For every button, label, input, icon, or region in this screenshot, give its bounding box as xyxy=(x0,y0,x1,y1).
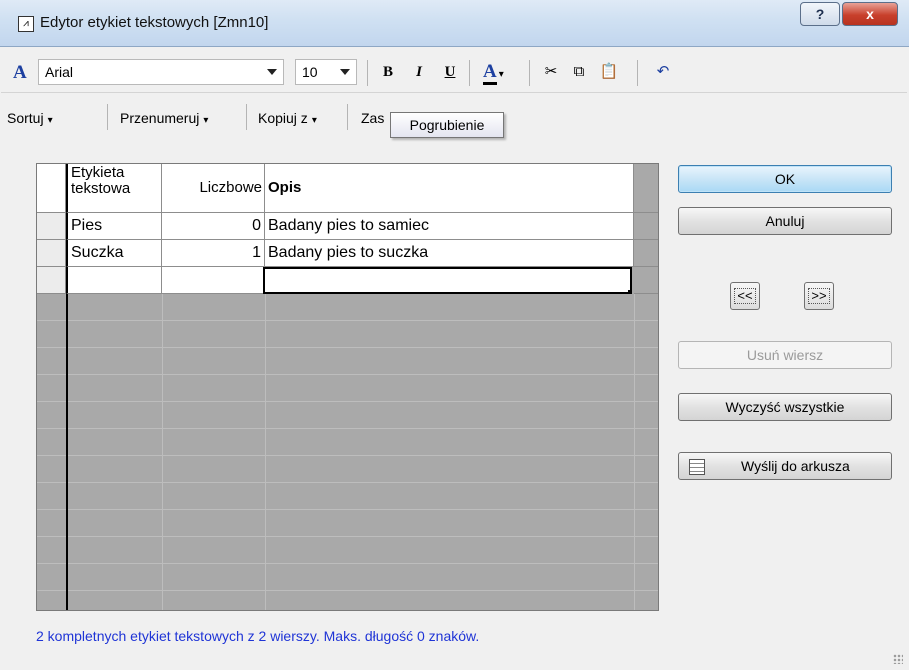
clear-all-button[interactable]: Wyczyść wszystkie xyxy=(678,393,892,421)
copy-from-label: Kopiuj z xyxy=(258,110,308,126)
replace-menu[interactable]: Zas xyxy=(361,110,384,126)
sort-label: Sortuj xyxy=(7,110,44,126)
font-color-icon: A xyxy=(483,61,497,85)
status-text: 2 kompletnych etykiet tekstowych z 2 wie… xyxy=(36,628,480,644)
underline-button[interactable]: U xyxy=(438,60,462,84)
help-button[interactable]: ? xyxy=(800,2,840,26)
next-label: >> xyxy=(808,288,830,304)
app-icon: ⩘ xyxy=(18,16,34,32)
send-to-sheet-label: Wyślij do arkusza xyxy=(741,458,850,474)
next-button[interactable]: >> xyxy=(804,282,834,310)
cell-numeric[interactable]: 0 xyxy=(162,213,265,240)
tooltip: Pogrubienie xyxy=(390,112,504,138)
cell-text-label[interactable]: Pies xyxy=(66,213,162,240)
bold-button[interactable]: B xyxy=(376,60,400,84)
cell-numeric[interactable]: 1 xyxy=(162,240,265,267)
toolbar-separator xyxy=(529,60,530,86)
italic-button[interactable]: I xyxy=(407,60,431,84)
table-row-new[interactable] xyxy=(37,267,658,294)
label-editor-window: ⩘ Edytor etykiet tekstowych [Zmn10] ? x … xyxy=(0,0,909,670)
chevron-down-icon: ▾ xyxy=(311,115,317,126)
cell-description[interactable]: Badany pies to samiec xyxy=(265,213,634,240)
format-toolbar: A Arial 10 B I U A ▾ ✂ ⧉ 📋 ↶ xyxy=(1,52,907,93)
chevron-down-icon: ▾ xyxy=(498,69,504,80)
undo-icon[interactable]: ↶ xyxy=(651,60,675,84)
row-header[interactable] xyxy=(37,213,66,240)
replace-label: Zas xyxy=(361,110,385,126)
font-name-value: Arial xyxy=(45,64,74,80)
font-size-value: 10 xyxy=(302,64,318,80)
spreadsheet-icon xyxy=(689,459,705,475)
ok-button[interactable]: OK xyxy=(678,165,892,193)
row-header[interactable] xyxy=(37,267,66,294)
toolbar-separator xyxy=(637,60,638,86)
table-row[interactable]: Pies 0 Badany pies to samiec xyxy=(37,213,658,240)
toolbar-separator xyxy=(469,60,470,86)
header-numeric[interactable]: Liczbowe xyxy=(162,164,265,213)
font-size-select[interactable]: 10 xyxy=(295,59,357,85)
labels-table[interactable]: Etykieta tekstowa Liczbowe Opis Pies 0 B… xyxy=(36,163,659,611)
send-to-sheet-button[interactable]: Wyślij do arkusza xyxy=(678,452,892,480)
window-title: Edytor etykiet tekstowych [Zmn10] xyxy=(40,14,269,31)
chevron-down-icon xyxy=(340,69,350,75)
toolbar-separator xyxy=(347,104,348,130)
cell-text-label[interactable]: Suczka xyxy=(66,240,162,267)
toolbar-separator xyxy=(246,104,247,130)
cell-numeric[interactable] xyxy=(162,267,265,294)
corner-cell xyxy=(37,164,66,213)
toolbar-separator xyxy=(107,104,108,130)
chevron-down-icon xyxy=(267,69,277,75)
header-filler xyxy=(634,164,658,213)
row-filler xyxy=(634,267,658,294)
active-cell[interactable] xyxy=(263,267,632,294)
close-button[interactable]: x xyxy=(842,2,898,26)
renumber-menu[interactable]: Przenumeruj ▾ xyxy=(120,110,208,126)
row-filler xyxy=(634,240,658,267)
table-header-row: Etykieta tekstowa Liczbowe Opis xyxy=(37,164,658,213)
sort-menu[interactable]: Sortuj ▾ xyxy=(7,110,53,126)
copy-icon[interactable]: ⧉ xyxy=(567,60,591,84)
toolbar-separator xyxy=(367,60,368,86)
empty-grid-area xyxy=(37,294,658,610)
header-text-label[interactable]: Etykieta tekstowa xyxy=(66,164,162,213)
font-icon: A xyxy=(13,62,27,83)
chevron-down-icon: ▾ xyxy=(203,115,209,126)
cancel-button[interactable]: Anuluj xyxy=(678,207,892,235)
font-name-select[interactable]: Arial xyxy=(38,59,284,85)
delete-row-button[interactable]: Usuń wiersz xyxy=(678,341,892,369)
chevron-down-icon: ▾ xyxy=(47,115,53,126)
renumber-label: Przenumeruj xyxy=(120,110,200,126)
cell-text-label[interactable] xyxy=(66,267,162,294)
paste-icon[interactable]: 📋 xyxy=(597,60,621,84)
row-filler xyxy=(634,213,658,240)
title-bar[interactable]: ⩘ Edytor etykiet tekstowych [Zmn10] ? x xyxy=(0,0,909,47)
previous-button[interactable]: << xyxy=(730,282,760,310)
copy-from-menu[interactable]: Kopiuj z ▾ xyxy=(258,110,317,126)
font-color-button[interactable]: A ▾ xyxy=(483,60,519,85)
header-description[interactable]: Opis xyxy=(265,164,634,213)
resize-grip-icon[interactable] xyxy=(893,654,903,664)
cut-icon[interactable]: ✂ xyxy=(539,60,563,84)
table-row[interactable]: Suczka 1 Badany pies to suczka xyxy=(37,240,658,267)
cell-description[interactable]: Badany pies to suczka xyxy=(265,240,634,267)
previous-label: << xyxy=(734,288,756,304)
row-header[interactable] xyxy=(37,240,66,267)
